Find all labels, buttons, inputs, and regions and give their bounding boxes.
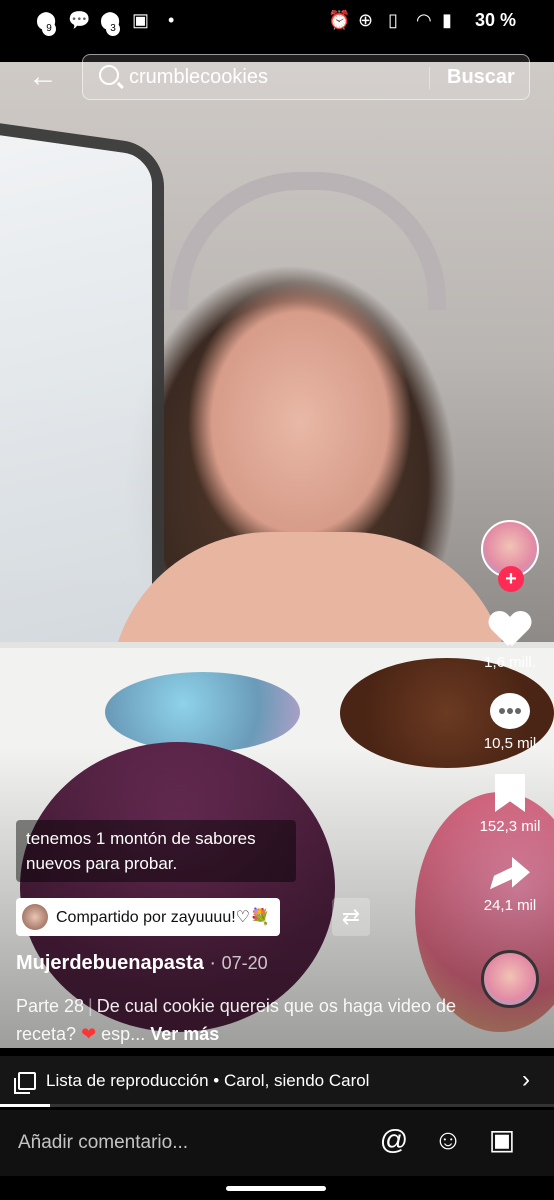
search-button[interactable]: Buscar (447, 66, 515, 89)
playlist-bar[interactable]: Lista de reproducción • Carol, siendo Ca… (0, 1056, 554, 1106)
more-notifications-dot: • (168, 10, 175, 30)
back-arrow-icon[interactable]: ← (28, 60, 58, 94)
search-divider (429, 67, 430, 89)
search-input[interactable]: crumblecookies (129, 66, 268, 89)
mention-icon[interactable]: @ (378, 1124, 410, 1156)
post-date: 07-20 (221, 953, 268, 973)
search-icon (99, 65, 119, 85)
cookie-blue (105, 672, 300, 752)
comment-count: 10,5 mil (483, 735, 537, 752)
shared-by-label: Compartido por zayuuuu!♡💐 (56, 909, 270, 926)
playlist-icon (14, 1072, 36, 1094)
share-action[interactable]: 24,1 mil (474, 857, 546, 914)
author-line: Mujerdebuenapasta · 07-20 (16, 952, 268, 975)
action-sidebar: + 1,6 mill. 10,5 mil 152,3 mil 24,1 mil (474, 520, 546, 1008)
heart-icon[interactable] (490, 612, 530, 648)
video-description[interactable]: Parte 28 | De cual cookie quereis que os h… (16, 992, 456, 1048)
author-separator: · (209, 952, 222, 974)
share-icon[interactable] (490, 857, 530, 890)
app-badge: 3 (106, 22, 120, 36)
search-box[interactable]: crumblecookies Buscar (82, 54, 530, 100)
description-tail: esp... (101, 1024, 146, 1044)
home-indicator (226, 1186, 326, 1191)
headband (170, 172, 446, 310)
bookmark-icon[interactable] (495, 774, 525, 812)
comment-bar: Añadir comentario... @ ☺ ▣ (0, 1110, 554, 1176)
sharer-avatar (22, 904, 48, 930)
repost-icon[interactable]: ⇄ (332, 898, 370, 936)
gallery-icon: ▣ (132, 10, 150, 30)
top-bar: ← crumblecookies Buscar (0, 54, 554, 102)
status-bar: ⬤ 9 💬 ⬤ 3 ▣ • ⏰ ⊕ ▯ ◠ ▮ 30 % (0, 0, 554, 44)
like-action[interactable]: 1,6 mill. (474, 612, 546, 671)
shared-by-chip[interactable]: Compartido por zayuuuu!♡💐 (16, 898, 280, 936)
data-saver-icon: ⊕ (358, 10, 374, 30)
video-progress-bar[interactable] (0, 1104, 554, 1107)
creator-avatar[interactable]: + (481, 520, 539, 592)
comment-input[interactable]: Añadir comentario... (18, 1132, 188, 1154)
alarm-icon: ⏰ (328, 10, 351, 30)
playlist-label: Lista de reproducción • Carol, siendo Ca… (46, 1071, 370, 1090)
comment-icon[interactable] (490, 693, 530, 729)
like-count: 1,6 mill. (484, 654, 536, 671)
see-more-link[interactable]: Ver más (150, 1024, 219, 1044)
chevron-right-icon: › (522, 1066, 530, 1093)
message-icon: 💬 (68, 10, 91, 30)
part-divider: | (88, 996, 93, 1016)
signal-icon: ▮ (442, 10, 452, 30)
wifi-icon: ◠ (416, 10, 432, 30)
save-count: 152,3 mil (479, 818, 541, 835)
image-icon[interactable]: ▣ (486, 1124, 518, 1156)
music-disc-avatar[interactable] (481, 950, 539, 1008)
emoji-icon[interactable]: ☺ (432, 1124, 464, 1156)
save-action[interactable]: 152,3 mil (474, 774, 546, 835)
battery-level: 30 % (474, 10, 516, 30)
share-count: 24,1 mil (483, 897, 537, 914)
author-name[interactable]: Mujerdebuenapasta (16, 952, 204, 974)
red-heart-emoji: ❤ (81, 1024, 97, 1044)
follow-plus-icon[interactable]: + (498, 566, 524, 592)
vibrate-icon: ▯ (388, 10, 398, 30)
part-label: Parte 28 (16, 996, 85, 1016)
comment-action[interactable]: 10,5 mil (474, 693, 546, 752)
notification-badge: 9 (42, 22, 56, 36)
video-progress-fill (0, 1104, 50, 1107)
video-text-overlay: tenemos 1 montón de sabores nuevos para … (16, 820, 296, 882)
